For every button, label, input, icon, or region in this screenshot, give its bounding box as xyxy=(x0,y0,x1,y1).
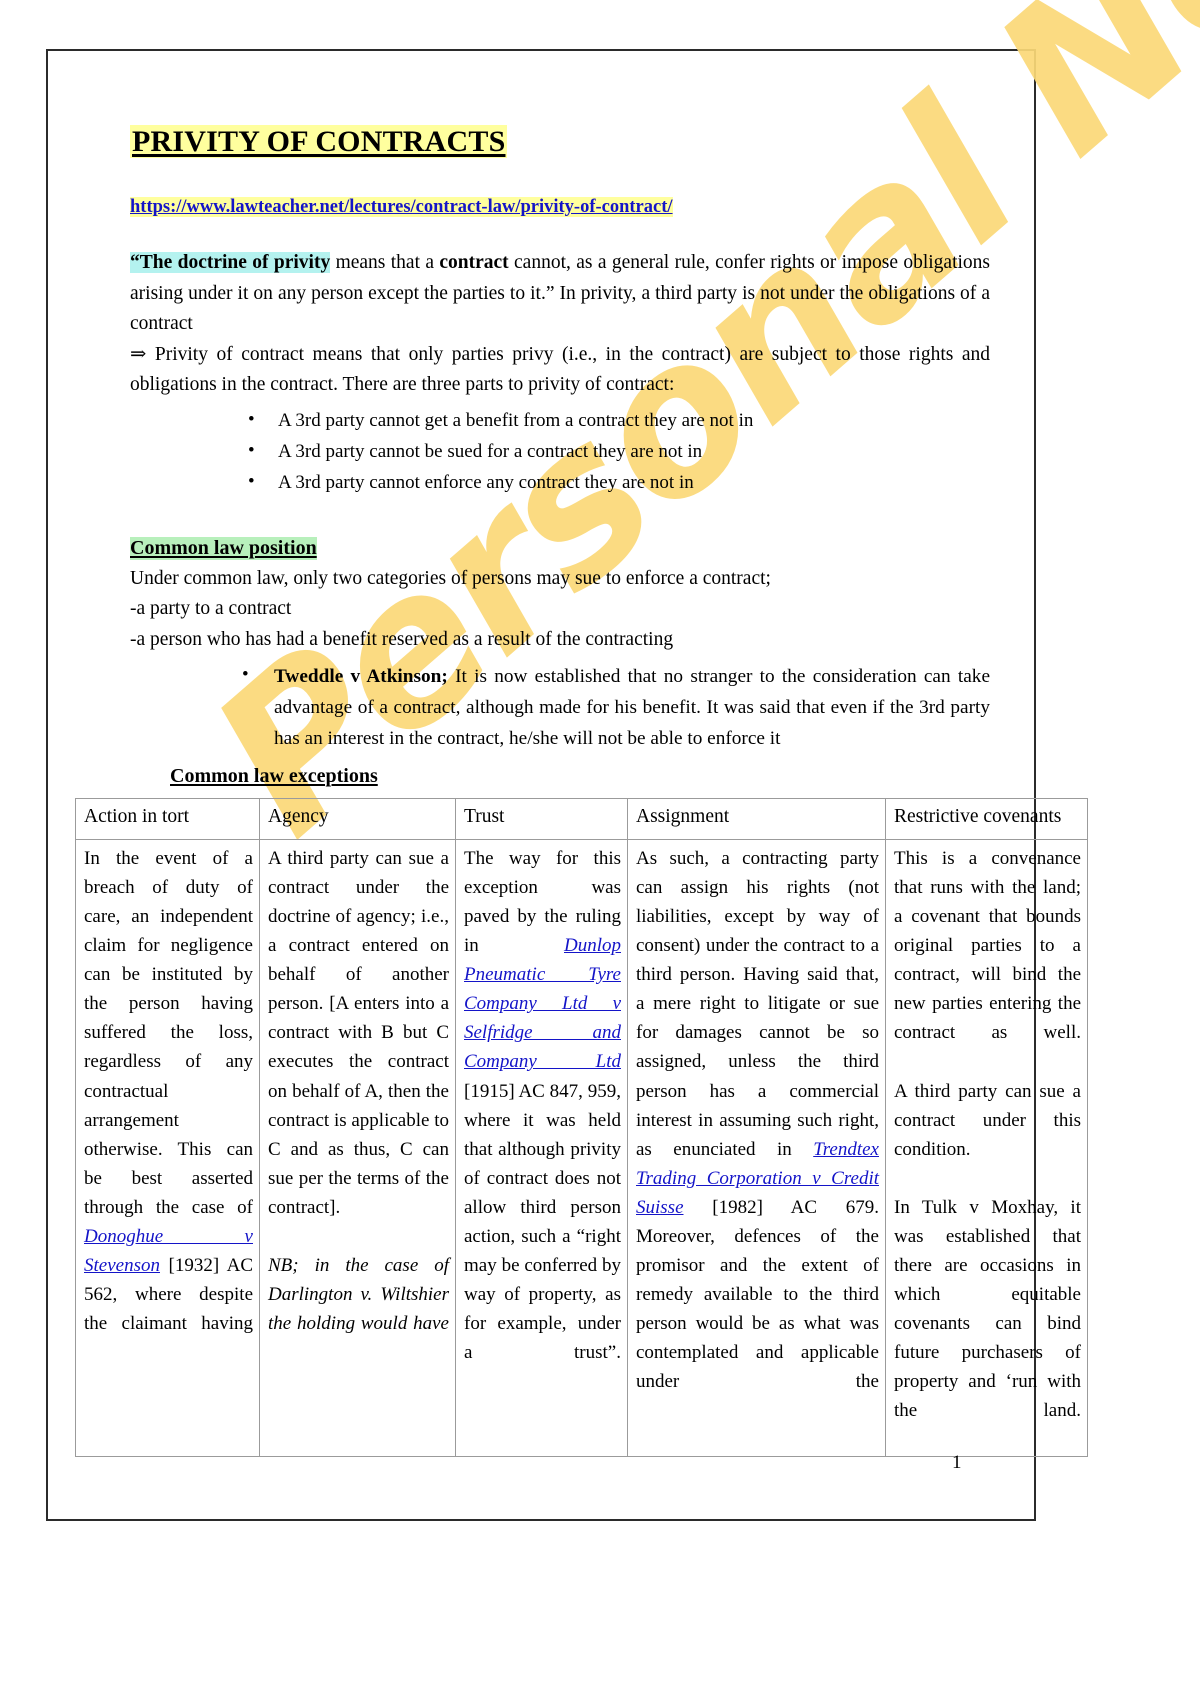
page-number: 1 xyxy=(952,1452,962,1473)
assignment-text-b: [1982] AC 679. Moreover, defences of the… xyxy=(636,1196,879,1393)
column-header-action-in-tort: Action in tort xyxy=(75,798,260,840)
list-item: Tweddle v Atkinson; It is now establishe… xyxy=(242,660,990,755)
common-law-line-1: Under common law, only two categories of… xyxy=(130,567,771,589)
common-law-position-heading: Common law position xyxy=(130,536,317,560)
column-header-restrictive-covenants: Restrictive covenants xyxy=(885,798,1088,840)
cell-agency: A third party can sue a contract under t… xyxy=(259,838,456,1458)
common-law-exceptions-heading: Common law exceptions xyxy=(170,764,378,787)
table-row: In the event of a breach of duty of care… xyxy=(75,838,1088,1458)
source-url-line: https://www.lawteacher.net/lectures/cont… xyxy=(130,197,990,218)
page-title-text: PRIVITY OF CONTRACTS xyxy=(130,125,508,158)
tweddle-case-list: Tweddle v Atkinson; It is now establishe… xyxy=(130,660,990,755)
agency-text: A third party can sue a contract under t… xyxy=(268,848,449,1218)
agency-note: NB; in the case of Darlington v. Wiltshi… xyxy=(268,1254,449,1334)
cell-action-in-tort: In the event of a breach of duty of care… xyxy=(75,838,260,1458)
trust-text-b: [1915] AC 847, 959, where it was held th… xyxy=(464,1080,621,1364)
column-header-agency: Agency xyxy=(259,798,456,840)
definition-text-a: means that a xyxy=(330,252,440,274)
cell-restrictive-covenants: This is a convenance that runs with the … xyxy=(885,838,1088,1458)
column-header-assignment: Assignment xyxy=(627,798,886,840)
cell-trust: The way for this exception was paved by … xyxy=(455,838,628,1458)
arrow-paragraph: ⇒ Privity of contract means that only pa… xyxy=(130,343,990,396)
restrictive-covenants-para-2: A third party can sue a contract under t… xyxy=(894,1080,1081,1160)
assignment-text-a: As such, a contracting party can assign … xyxy=(636,848,879,1160)
definition-highlight: “The doctrine of privity xyxy=(130,252,331,274)
case-name-tweddle: Tweddle v Atkinson; xyxy=(274,665,448,687)
common-law-line-3: -a person who has had a benefit reserved… xyxy=(130,628,674,650)
list-item: A 3rd party cannot enforce any contract … xyxy=(248,467,990,499)
table-header-row: Action in tort Agency Trust Assignment R… xyxy=(75,798,1088,840)
list-item: A 3rd party cannot be sued for a contrac… xyxy=(248,436,990,468)
restrictive-covenants-para-1: This is a convenance that runs with the … xyxy=(894,848,1081,1044)
page-title: PRIVITY OF CONTRACTS xyxy=(130,124,990,159)
source-url-link[interactable]: https://www.lawteacher.net/lectures/cont… xyxy=(130,197,673,218)
restrictive-covenants-para-3: In Tulk v Moxhay, it was established tha… xyxy=(894,1196,1081,1422)
action-in-tort-text-a: In the event of a breach of duty of care… xyxy=(84,848,253,1218)
common-law-exceptions-table: Action in tort Agency Trust Assignment R… xyxy=(75,798,1088,1458)
common-law-line-2: -a party to a contract xyxy=(130,598,292,620)
list-item: A 3rd party cannot get a benefit from a … xyxy=(248,405,990,437)
document-body: PRIVITY OF CONTRACTS https://www.lawteac… xyxy=(130,124,990,792)
definition-paragraph: “The doctrine of privity means that a co… xyxy=(130,248,990,339)
definition-bold-contract: contract xyxy=(439,252,509,274)
cell-assignment: As such, a contracting party can assign … xyxy=(627,838,886,1458)
common-law-lines: Under common law, only two categories of… xyxy=(130,564,990,655)
column-header-trust: Trust xyxy=(455,798,628,840)
privity-parts-list: A 3rd party cannot get a benefit from a … xyxy=(130,405,990,499)
